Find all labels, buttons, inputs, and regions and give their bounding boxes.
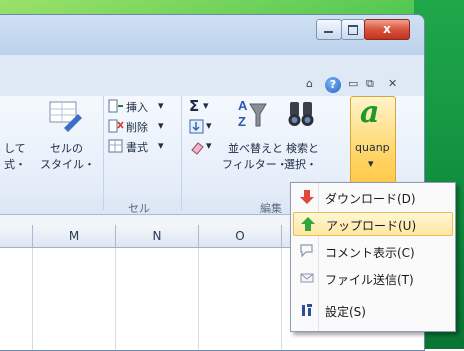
- quanp-dropdown-menu: ダウンロード(D) アップロード(U) コメント表示(C) ファイル送信(T) …: [290, 182, 456, 332]
- workbook-close-icon[interactable]: ✕: [388, 77, 397, 91]
- menu-item-send-file[interactable]: ファイル送信(T): [293, 267, 451, 289]
- partial-label-1: して: [4, 142, 26, 155]
- fill-down-icon: [189, 119, 204, 134]
- menu-item-label: コメント表示(C): [325, 246, 415, 260]
- menu-item-download[interactable]: ダウンロード(D): [293, 186, 451, 208]
- title-bar: x: [0, 15, 424, 55]
- chevron-down-icon: ▾: [158, 119, 164, 132]
- format-label: 書式: [126, 141, 148, 154]
- cell-styles-icon: [49, 101, 82, 132]
- insert-label: 挿入: [126, 101, 148, 114]
- delete-cells-icon: [108, 119, 124, 133]
- cells-group-label: セル: [128, 202, 150, 215]
- close-button[interactable]: x: [364, 19, 410, 40]
- cell-styles-label-2: スタイル・: [40, 158, 95, 171]
- chevron-down-icon: ▾: [203, 99, 209, 112]
- sum-icon: Σ: [189, 97, 200, 115]
- cell-styles-label-1: セルの: [50, 142, 83, 155]
- sort-filter-label-2: フィルター・: [222, 158, 288, 171]
- menu-item-settings[interactable]: 設定(S): [293, 299, 451, 321]
- minimize-button[interactable]: [316, 19, 342, 40]
- menu-item-label: ファイル送信(T): [325, 273, 414, 287]
- help-icon[interactable]: ?: [325, 77, 341, 93]
- workbook-restore-icon[interactable]: ⧉: [366, 77, 374, 91]
- svg-text:A: A: [238, 98, 248, 113]
- settings-icon: [302, 304, 312, 316]
- chevron-down-icon: ▾: [206, 139, 212, 152]
- column-header-n[interactable]: N: [116, 225, 199, 247]
- download-arrow-icon: [300, 190, 314, 204]
- sort-filter-label-1: 並べ替えと: [228, 142, 283, 155]
- insert-cells-icon: [108, 99, 123, 113]
- upload-arrow-icon: [301, 217, 315, 231]
- binoculars-icon: [288, 102, 314, 126]
- menu-item-label: 設定(S): [325, 305, 366, 319]
- svg-text:Z: Z: [238, 114, 246, 129]
- column-header-partial[interactable]: [0, 225, 33, 247]
- workbook-minimize-icon[interactable]: ▭: [348, 77, 358, 91]
- ribbon-collapse-icon[interactable]: ⌂: [306, 77, 313, 91]
- maximize-button[interactable]: [341, 19, 365, 40]
- quanp-logo-icon: a: [360, 95, 380, 130]
- menu-item-comment[interactable]: コメント表示(C): [293, 240, 451, 262]
- chevron-down-icon: ▾: [158, 99, 164, 112]
- editing-group-label: 編集: [260, 202, 282, 215]
- delete-label: 削除: [126, 121, 148, 134]
- comment-icon: [300, 244, 313, 258]
- chevron-down-icon: ▾: [368, 157, 374, 170]
- partial-label-2: 式・: [4, 158, 26, 171]
- menu-item-upload[interactable]: アップロード(U): [293, 212, 453, 236]
- mail-icon: [300, 273, 314, 283]
- format-cells-icon: [108, 139, 123, 153]
- sort-filter-icon: A Z: [238, 98, 267, 129]
- quanp-label: quanp: [355, 141, 390, 154]
- find-select-label-1: 検索と: [286, 142, 319, 155]
- menu-item-label: アップロード(U): [326, 219, 417, 233]
- chevron-down-icon: ▾: [206, 119, 212, 132]
- chevron-down-icon: ▾: [158, 139, 164, 152]
- eraser-icon: [191, 142, 204, 155]
- column-header-m[interactable]: M: [33, 225, 116, 247]
- menu-item-label: ダウンロード(D): [325, 192, 416, 206]
- find-select-label-2: 選択・: [284, 158, 317, 171]
- column-header-o[interactable]: O: [199, 225, 282, 247]
